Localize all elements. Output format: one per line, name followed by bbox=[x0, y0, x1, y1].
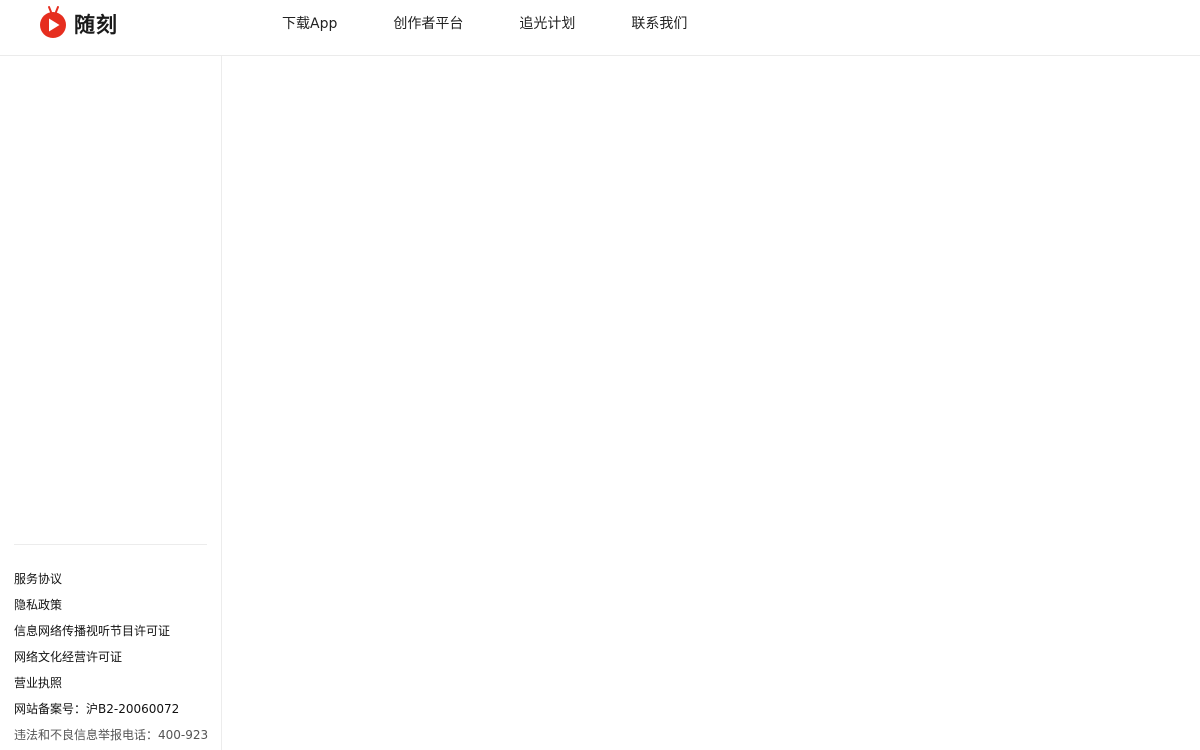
report-hotline-text: 违法和不良信息举报电话：400-923-7171 bbox=[14, 728, 209, 742]
service-agreement-link[interactable]: 服务协议 bbox=[14, 566, 210, 592]
main-nav: 下载App 创作者平台 追光计划 联系我们 bbox=[282, 14, 687, 34]
av-program-license-link[interactable]: 信息网络传播视听节目许可证 bbox=[14, 618, 210, 644]
site-logo[interactable]: 随刻 bbox=[38, 4, 118, 40]
footer-links: 服务协议 隐私政策 信息网络传播视听节目许可证 网络文化经营许可证 营业执照 网… bbox=[14, 566, 210, 750]
nav-chase-light-plan[interactable]: 追光计划 bbox=[519, 14, 575, 34]
privacy-policy-link[interactable]: 隐私政策 bbox=[14, 592, 210, 618]
play-logo-icon bbox=[40, 6, 66, 38]
nav-creator-platform[interactable]: 创作者平台 bbox=[393, 14, 463, 34]
left-sidebar: 服务协议 隐私政策 信息网络传播视听节目许可证 网络文化经营许可证 营业执照 网… bbox=[0, 56, 222, 750]
top-header: 随刻 下载App 创作者平台 追光计划 联系我们 bbox=[0, 0, 1200, 56]
icp-record-link[interactable]: 网站备案号：沪B2-20060072 bbox=[14, 696, 210, 722]
main-content bbox=[222, 56, 1200, 750]
sidebar-divider bbox=[14, 544, 207, 545]
nav-download-app[interactable]: 下载App bbox=[282, 14, 337, 34]
nav-contact-us[interactable]: 联系我们 bbox=[631, 14, 687, 34]
culture-license-link[interactable]: 网络文化经营许可证 bbox=[14, 644, 210, 670]
business-license-link[interactable]: 营业执照 bbox=[14, 670, 210, 696]
brand-name: 随刻 bbox=[74, 12, 118, 37]
